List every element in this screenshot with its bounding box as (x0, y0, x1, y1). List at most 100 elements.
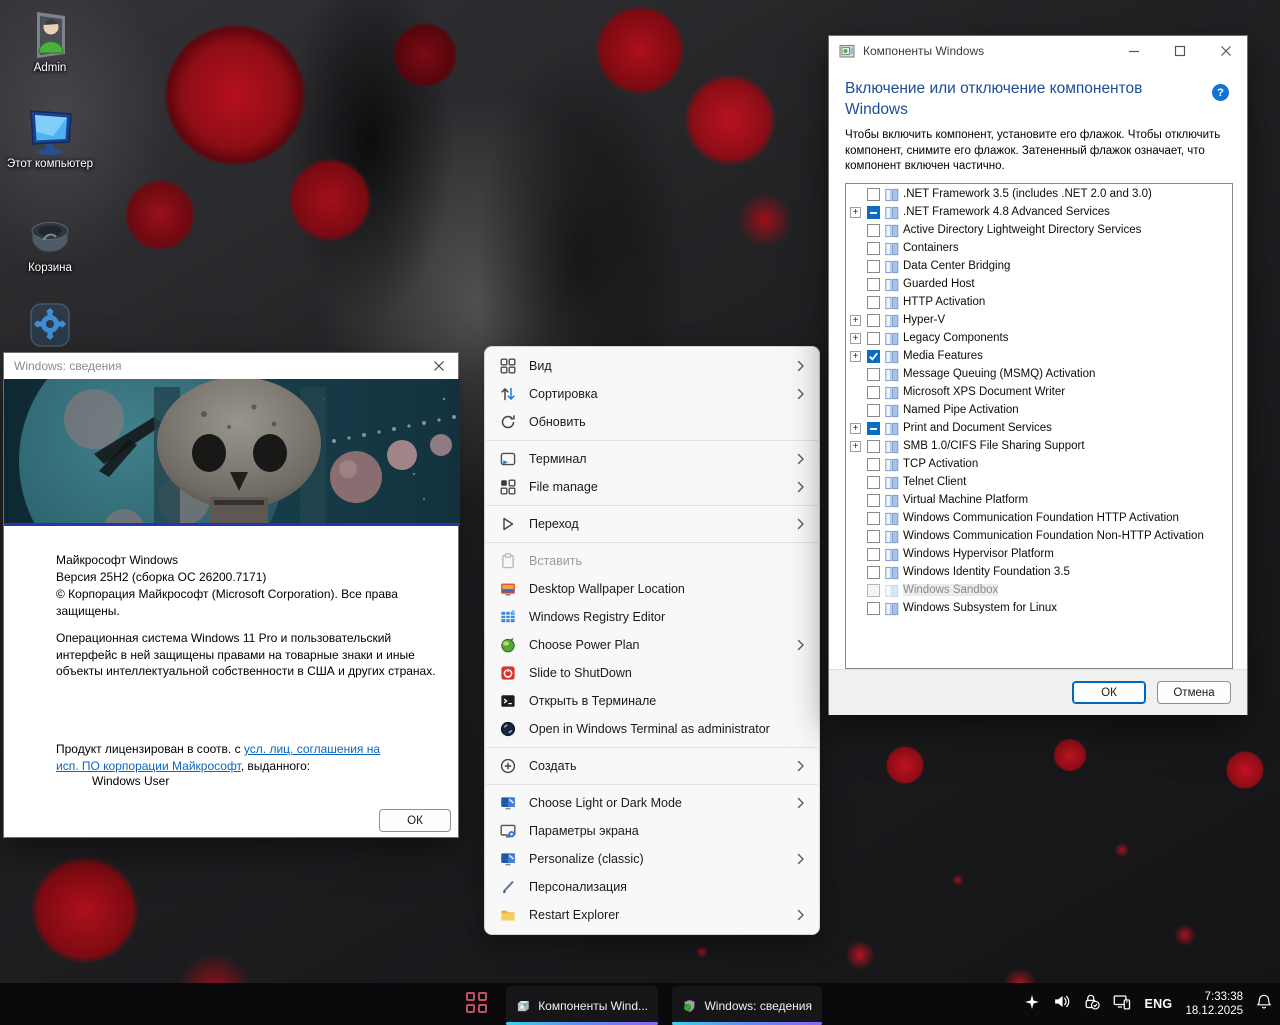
feature-checkbox[interactable] (867, 386, 880, 399)
feature-row[interactable]: Message Queuing (MSMQ) Activation (846, 366, 1232, 384)
feature-checkbox[interactable] (867, 368, 880, 381)
features-cancel-button[interactable]: Отмена (1157, 681, 1231, 704)
expand-plus-icon[interactable]: + (850, 351, 861, 362)
feature-checkbox[interactable] (867, 296, 880, 309)
winver-ok-button[interactable]: ОК (379, 809, 451, 832)
feature-row[interactable]: Virtual Machine Platform (846, 492, 1232, 510)
feature-checkbox[interactable] (867, 224, 880, 237)
feature-row[interactable]: Guarded Host (846, 276, 1232, 294)
menu-item-go[interactable]: Переход (485, 510, 819, 538)
menu-item-personalize-classic[interactable]: Personalize (classic) (485, 845, 819, 873)
notification-bell-icon[interactable] (1256, 993, 1272, 1015)
close-icon[interactable] (426, 355, 452, 377)
features-titlebar[interactable]: Компоненты Windows (829, 36, 1247, 66)
expand-plus-icon[interactable]: + (850, 315, 861, 326)
feature-checkbox[interactable] (867, 440, 880, 453)
feature-checkbox[interactable] (867, 206, 880, 219)
feature-row[interactable]: +Print and Document Services (846, 420, 1232, 438)
feature-row[interactable]: Containers (846, 240, 1232, 258)
feature-row[interactable]: HTTP Activation (846, 294, 1232, 312)
expand-plus-icon[interactable]: + (850, 207, 861, 218)
menu-item-label: Restart Explorer (529, 908, 785, 922)
feature-row[interactable]: Windows Hypervisor Platform (846, 546, 1232, 564)
feature-row[interactable]: Windows Subsystem for Linux (846, 600, 1232, 618)
feature-row[interactable]: +SMB 1.0/CIFS File Sharing Support (846, 438, 1232, 456)
start-button[interactable] (466, 992, 490, 1016)
menu-item-personalization[interactable]: Персонализация (485, 873, 819, 901)
expand-plus-icon[interactable]: + (850, 333, 861, 344)
feature-row[interactable]: Windows Sandbox (846, 582, 1232, 600)
feature-row[interactable]: Named Pipe Activation (846, 402, 1232, 420)
taskbar-clock[interactable]: 7:33:38 18.12.2025 (1185, 990, 1243, 1018)
feature-row[interactable]: .NET Framework 3.5 (includes .NET 2.0 an… (846, 186, 1232, 204)
maximize-icon[interactable] (1167, 40, 1193, 62)
minimize-icon[interactable] (1121, 40, 1147, 62)
help-icon[interactable]: ? (1212, 84, 1229, 101)
feature-checkbox[interactable] (867, 548, 880, 561)
sparkle-icon[interactable] (1024, 994, 1040, 1015)
taskbar-button-windows-features[interactable]: Компоненты Wind... (506, 986, 658, 1025)
feature-row[interactable]: +Legacy Components (846, 330, 1232, 348)
menu-item-wallpaper-location[interactable]: Desktop Wallpaper Location (485, 575, 819, 603)
feature-row[interactable]: +.NET Framework 4.8 Advanced Services (846, 204, 1232, 222)
feature-checkbox[interactable] (867, 404, 880, 417)
winver-titlebar[interactable]: Windows: сведения (4, 353, 458, 379)
menu-item-paste[interactable]: Вставить (485, 547, 819, 575)
menu-item-open-terminal[interactable]: Открыть в Терминале (485, 687, 819, 715)
feature-checkbox[interactable] (867, 584, 880, 597)
features-list[interactable]: .NET Framework 3.5 (includes .NET 2.0 an… (845, 183, 1233, 669)
menu-item-display-settings[interactable]: Параметры экрана (485, 817, 819, 845)
feature-checkbox[interactable] (867, 188, 880, 201)
menu-item-restart-explorer[interactable]: Restart Explorer (485, 901, 819, 929)
feature-row[interactable]: +Media Features (846, 348, 1232, 366)
security-lock-icon[interactable] (1083, 993, 1100, 1015)
feature-row[interactable]: Windows Communication Foundation HTTP Ac… (846, 510, 1232, 528)
feature-row[interactable]: TCP Activation (846, 456, 1232, 474)
feature-row[interactable]: Active Directory Lightweight Directory S… (846, 222, 1232, 240)
feature-checkbox[interactable] (867, 422, 880, 435)
volume-icon[interactable] (1053, 993, 1070, 1015)
expand-plus-icon[interactable]: + (850, 423, 861, 434)
menu-item-refresh[interactable]: Обновить (485, 408, 819, 436)
close-icon[interactable] (1213, 40, 1239, 62)
feature-checkbox[interactable] (867, 260, 880, 273)
desktop-icon-settings[interactable] (0, 300, 100, 354)
feature-checkbox[interactable] (867, 332, 880, 345)
language-indicator[interactable]: ENG (1144, 997, 1172, 1011)
menu-item-label: Personalize (classic) (529, 852, 785, 866)
feature-checkbox[interactable] (867, 278, 880, 291)
feature-checkbox[interactable] (867, 476, 880, 489)
feature-row[interactable]: Telnet Client (846, 474, 1232, 492)
feature-row[interactable]: Windows Communication Foundation Non-HTT… (846, 528, 1232, 546)
feature-checkbox[interactable] (867, 530, 880, 543)
feature-row[interactable]: +Hyper-V (846, 312, 1232, 330)
menu-item-open-terminal-admin[interactable]: Open in Windows Terminal as administrato… (485, 715, 819, 743)
desktop-icon-this-pc[interactable]: Этот компьютер (0, 106, 100, 171)
feature-row[interactable]: Microsoft XPS Document Writer (846, 384, 1232, 402)
menu-item-view[interactable]: Вид (485, 352, 819, 380)
feature-checkbox[interactable] (867, 602, 880, 615)
menu-item-light-dark-mode[interactable]: Choose Light or Dark Mode (485, 789, 819, 817)
menu-item-registry-editor[interactable]: Windows Registry Editor (485, 603, 819, 631)
feature-row[interactable]: Data Center Bridging (846, 258, 1232, 276)
feature-checkbox[interactable] (867, 314, 880, 327)
desktop-icon-admin[interactable]: Admin (0, 8, 100, 75)
desktop-icon-recycle-bin[interactable]: Корзина (0, 210, 100, 275)
feature-checkbox[interactable] (867, 494, 880, 507)
taskbar-button-winver[interactable]: Windows: сведения (672, 986, 822, 1025)
feature-checkbox[interactable] (867, 350, 880, 363)
cast-display-icon[interactable] (1113, 993, 1131, 1015)
feature-checkbox[interactable] (867, 242, 880, 255)
features-ok-button[interactable]: ОК (1072, 681, 1146, 704)
expand-plus-icon[interactable]: + (850, 441, 861, 452)
feature-checkbox[interactable] (867, 512, 880, 525)
feature-checkbox[interactable] (867, 566, 880, 579)
menu-item-terminal[interactable]: Терминал (485, 445, 819, 473)
menu-item-file-manage[interactable]: File manage (485, 473, 819, 501)
menu-item-power-plan[interactable]: Choose Power Plan (485, 631, 819, 659)
feature-checkbox[interactable] (867, 458, 880, 471)
menu-item-create[interactable]: Создать (485, 752, 819, 780)
menu-item-slide-shutdown[interactable]: Slide to ShutDown (485, 659, 819, 687)
menu-item-sort[interactable]: Сортировка (485, 380, 819, 408)
feature-row[interactable]: Windows Identity Foundation 3.5 (846, 564, 1232, 582)
